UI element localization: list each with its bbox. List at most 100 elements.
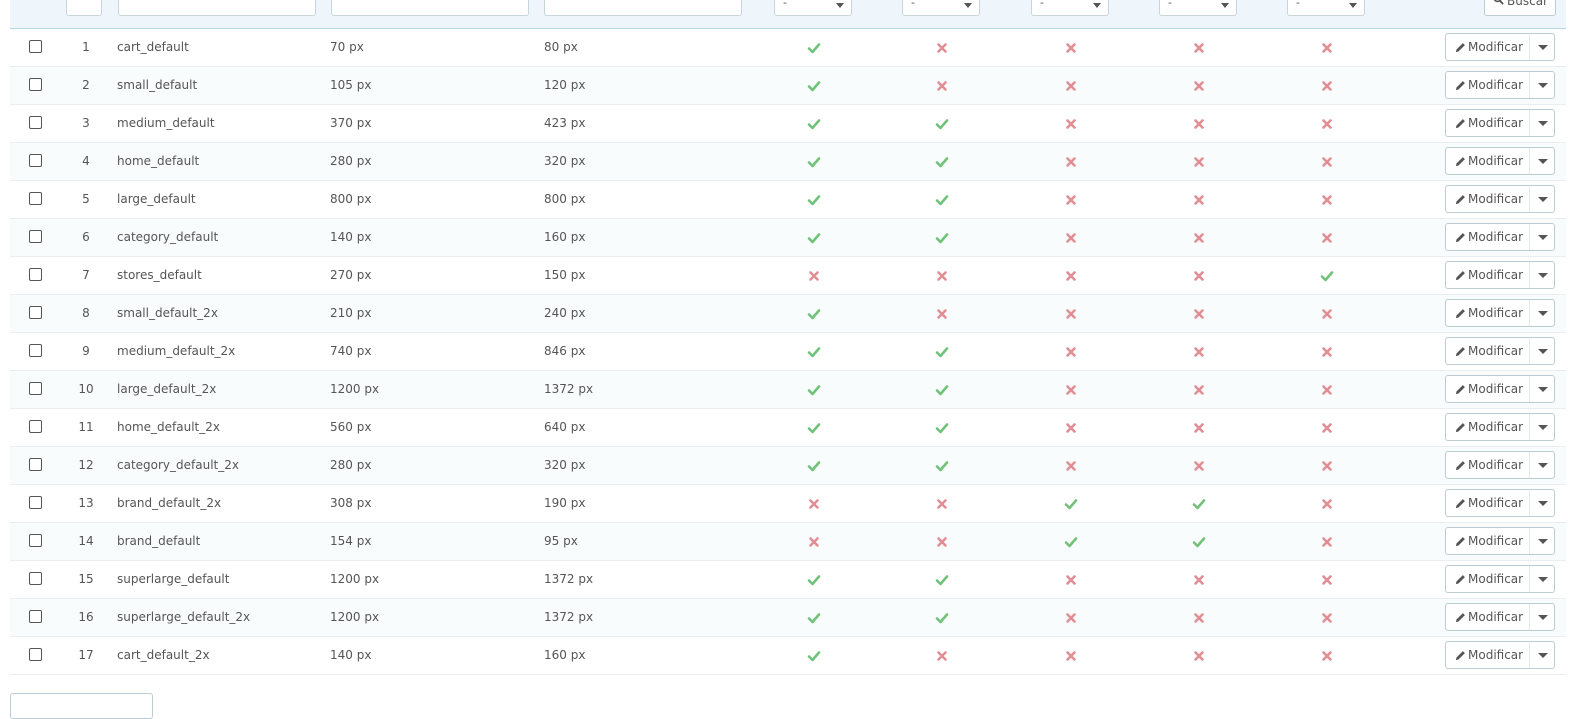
cross-icon[interactable] — [1064, 383, 1078, 397]
cross-icon[interactable] — [935, 79, 949, 93]
edit-button[interactable]: Modificar — [1445, 147, 1555, 175]
check-icon[interactable] — [807, 79, 821, 93]
filter-id-input[interactable] — [66, 0, 102, 16]
check-icon[interactable] — [935, 117, 949, 131]
caret-down-icon[interactable] — [1538, 463, 1548, 468]
caret-down-icon[interactable] — [1538, 387, 1548, 392]
edit-button[interactable]: Modificar — [1445, 641, 1555, 669]
cross-icon[interactable] — [935, 649, 949, 663]
row-checkbox[interactable] — [29, 458, 42, 471]
cross-icon[interactable] — [1064, 307, 1078, 321]
caret-down-icon[interactable] — [1538, 83, 1548, 88]
check-icon[interactable] — [807, 421, 821, 435]
caret-down-icon[interactable] — [1538, 577, 1548, 582]
cross-icon[interactable] — [1192, 193, 1206, 207]
caret-down-icon[interactable] — [1538, 273, 1548, 278]
row-checkbox[interactable] — [29, 420, 42, 433]
check-icon[interactable] — [935, 421, 949, 435]
filter-width-input[interactable] — [331, 0, 529, 16]
caret-down-icon[interactable] — [1538, 197, 1548, 202]
caret-down-icon[interactable] — [1538, 45, 1548, 50]
check-icon[interactable] — [807, 649, 821, 663]
check-icon[interactable] — [807, 41, 821, 55]
cross-icon[interactable] — [1320, 459, 1334, 473]
cross-icon[interactable] — [935, 307, 949, 321]
cross-icon[interactable] — [935, 41, 949, 55]
cross-icon[interactable] — [1192, 117, 1206, 131]
cross-icon[interactable] — [1320, 497, 1334, 511]
cross-icon[interactable] — [1320, 383, 1334, 397]
cross-icon[interactable] — [1320, 117, 1334, 131]
cross-icon[interactable] — [935, 535, 949, 549]
cross-icon[interactable] — [1192, 269, 1206, 283]
cross-icon[interactable] — [1192, 231, 1206, 245]
check-icon[interactable] — [1064, 535, 1078, 549]
cross-icon[interactable] — [1192, 41, 1206, 55]
caret-down-icon[interactable] — [1538, 311, 1548, 316]
row-checkbox[interactable] — [29, 648, 42, 661]
edit-button[interactable]: Modificar — [1445, 299, 1555, 327]
filter-select-4[interactable]: - — [1159, 0, 1237, 16]
cross-icon[interactable] — [1320, 307, 1334, 321]
cross-icon[interactable] — [1320, 573, 1334, 587]
filter-select-3[interactable]: - — [1031, 0, 1109, 16]
cross-icon[interactable] — [1192, 155, 1206, 169]
caret-down-icon[interactable] — [1538, 349, 1548, 354]
filter-select-2[interactable]: - — [902, 0, 980, 16]
cross-icon[interactable] — [807, 497, 821, 511]
cross-icon[interactable] — [1064, 573, 1078, 587]
cross-icon[interactable] — [1320, 345, 1334, 359]
check-icon[interactable] — [935, 345, 949, 359]
cross-icon[interactable] — [1320, 649, 1334, 663]
row-checkbox[interactable] — [29, 496, 42, 509]
caret-down-icon[interactable] — [1538, 615, 1548, 620]
cross-icon[interactable] — [1192, 649, 1206, 663]
check-icon[interactable] — [935, 383, 949, 397]
cross-icon[interactable] — [1192, 383, 1206, 397]
edit-button[interactable]: Modificar — [1445, 71, 1555, 99]
row-checkbox[interactable] — [29, 78, 42, 91]
check-icon[interactable] — [807, 383, 821, 397]
edit-button[interactable]: Modificar — [1445, 185, 1555, 213]
edit-button[interactable]: Modificar — [1445, 489, 1555, 517]
row-checkbox[interactable] — [29, 40, 42, 53]
cross-icon[interactable] — [1064, 155, 1078, 169]
cross-icon[interactable] — [1192, 611, 1206, 625]
caret-down-icon[interactable] — [1538, 235, 1548, 240]
filter-name-input[interactable] — [118, 0, 316, 16]
cross-icon[interactable] — [1192, 459, 1206, 473]
edit-button[interactable]: Modificar — [1445, 451, 1555, 479]
check-icon[interactable] — [935, 611, 949, 625]
search-button[interactable]: Buscar — [1484, 0, 1556, 16]
row-checkbox[interactable] — [29, 344, 42, 357]
edit-button[interactable]: Modificar — [1445, 261, 1555, 289]
cross-icon[interactable] — [1192, 307, 1206, 321]
caret-down-icon[interactable] — [1538, 539, 1548, 544]
cross-icon[interactable] — [1064, 41, 1078, 55]
check-icon[interactable] — [935, 155, 949, 169]
edit-button[interactable]: Modificar — [1445, 337, 1555, 365]
check-icon[interactable] — [1192, 535, 1206, 549]
edit-button[interactable]: Modificar — [1445, 527, 1555, 555]
cross-icon[interactable] — [1064, 649, 1078, 663]
cross-icon[interactable] — [1320, 611, 1334, 625]
cross-icon[interactable] — [1320, 231, 1334, 245]
check-icon[interactable] — [807, 117, 821, 131]
cross-icon[interactable] — [1064, 421, 1078, 435]
row-checkbox[interactable] — [29, 154, 42, 167]
caret-down-icon[interactable] — [1538, 425, 1548, 430]
cross-icon[interactable] — [1064, 459, 1078, 473]
cross-icon[interactable] — [935, 497, 949, 511]
filter-height-input[interactable] — [544, 0, 742, 16]
check-icon[interactable] — [935, 459, 949, 473]
row-checkbox[interactable] — [29, 230, 42, 243]
caret-down-icon[interactable] — [1538, 121, 1548, 126]
cross-icon[interactable] — [1064, 611, 1078, 625]
cross-icon[interactable] — [1064, 231, 1078, 245]
check-icon[interactable] — [807, 193, 821, 207]
caret-down-icon[interactable] — [1538, 501, 1548, 506]
row-checkbox[interactable] — [29, 572, 42, 585]
check-icon[interactable] — [807, 307, 821, 321]
check-icon[interactable] — [807, 155, 821, 169]
edit-button[interactable]: Modificar — [1445, 223, 1555, 251]
